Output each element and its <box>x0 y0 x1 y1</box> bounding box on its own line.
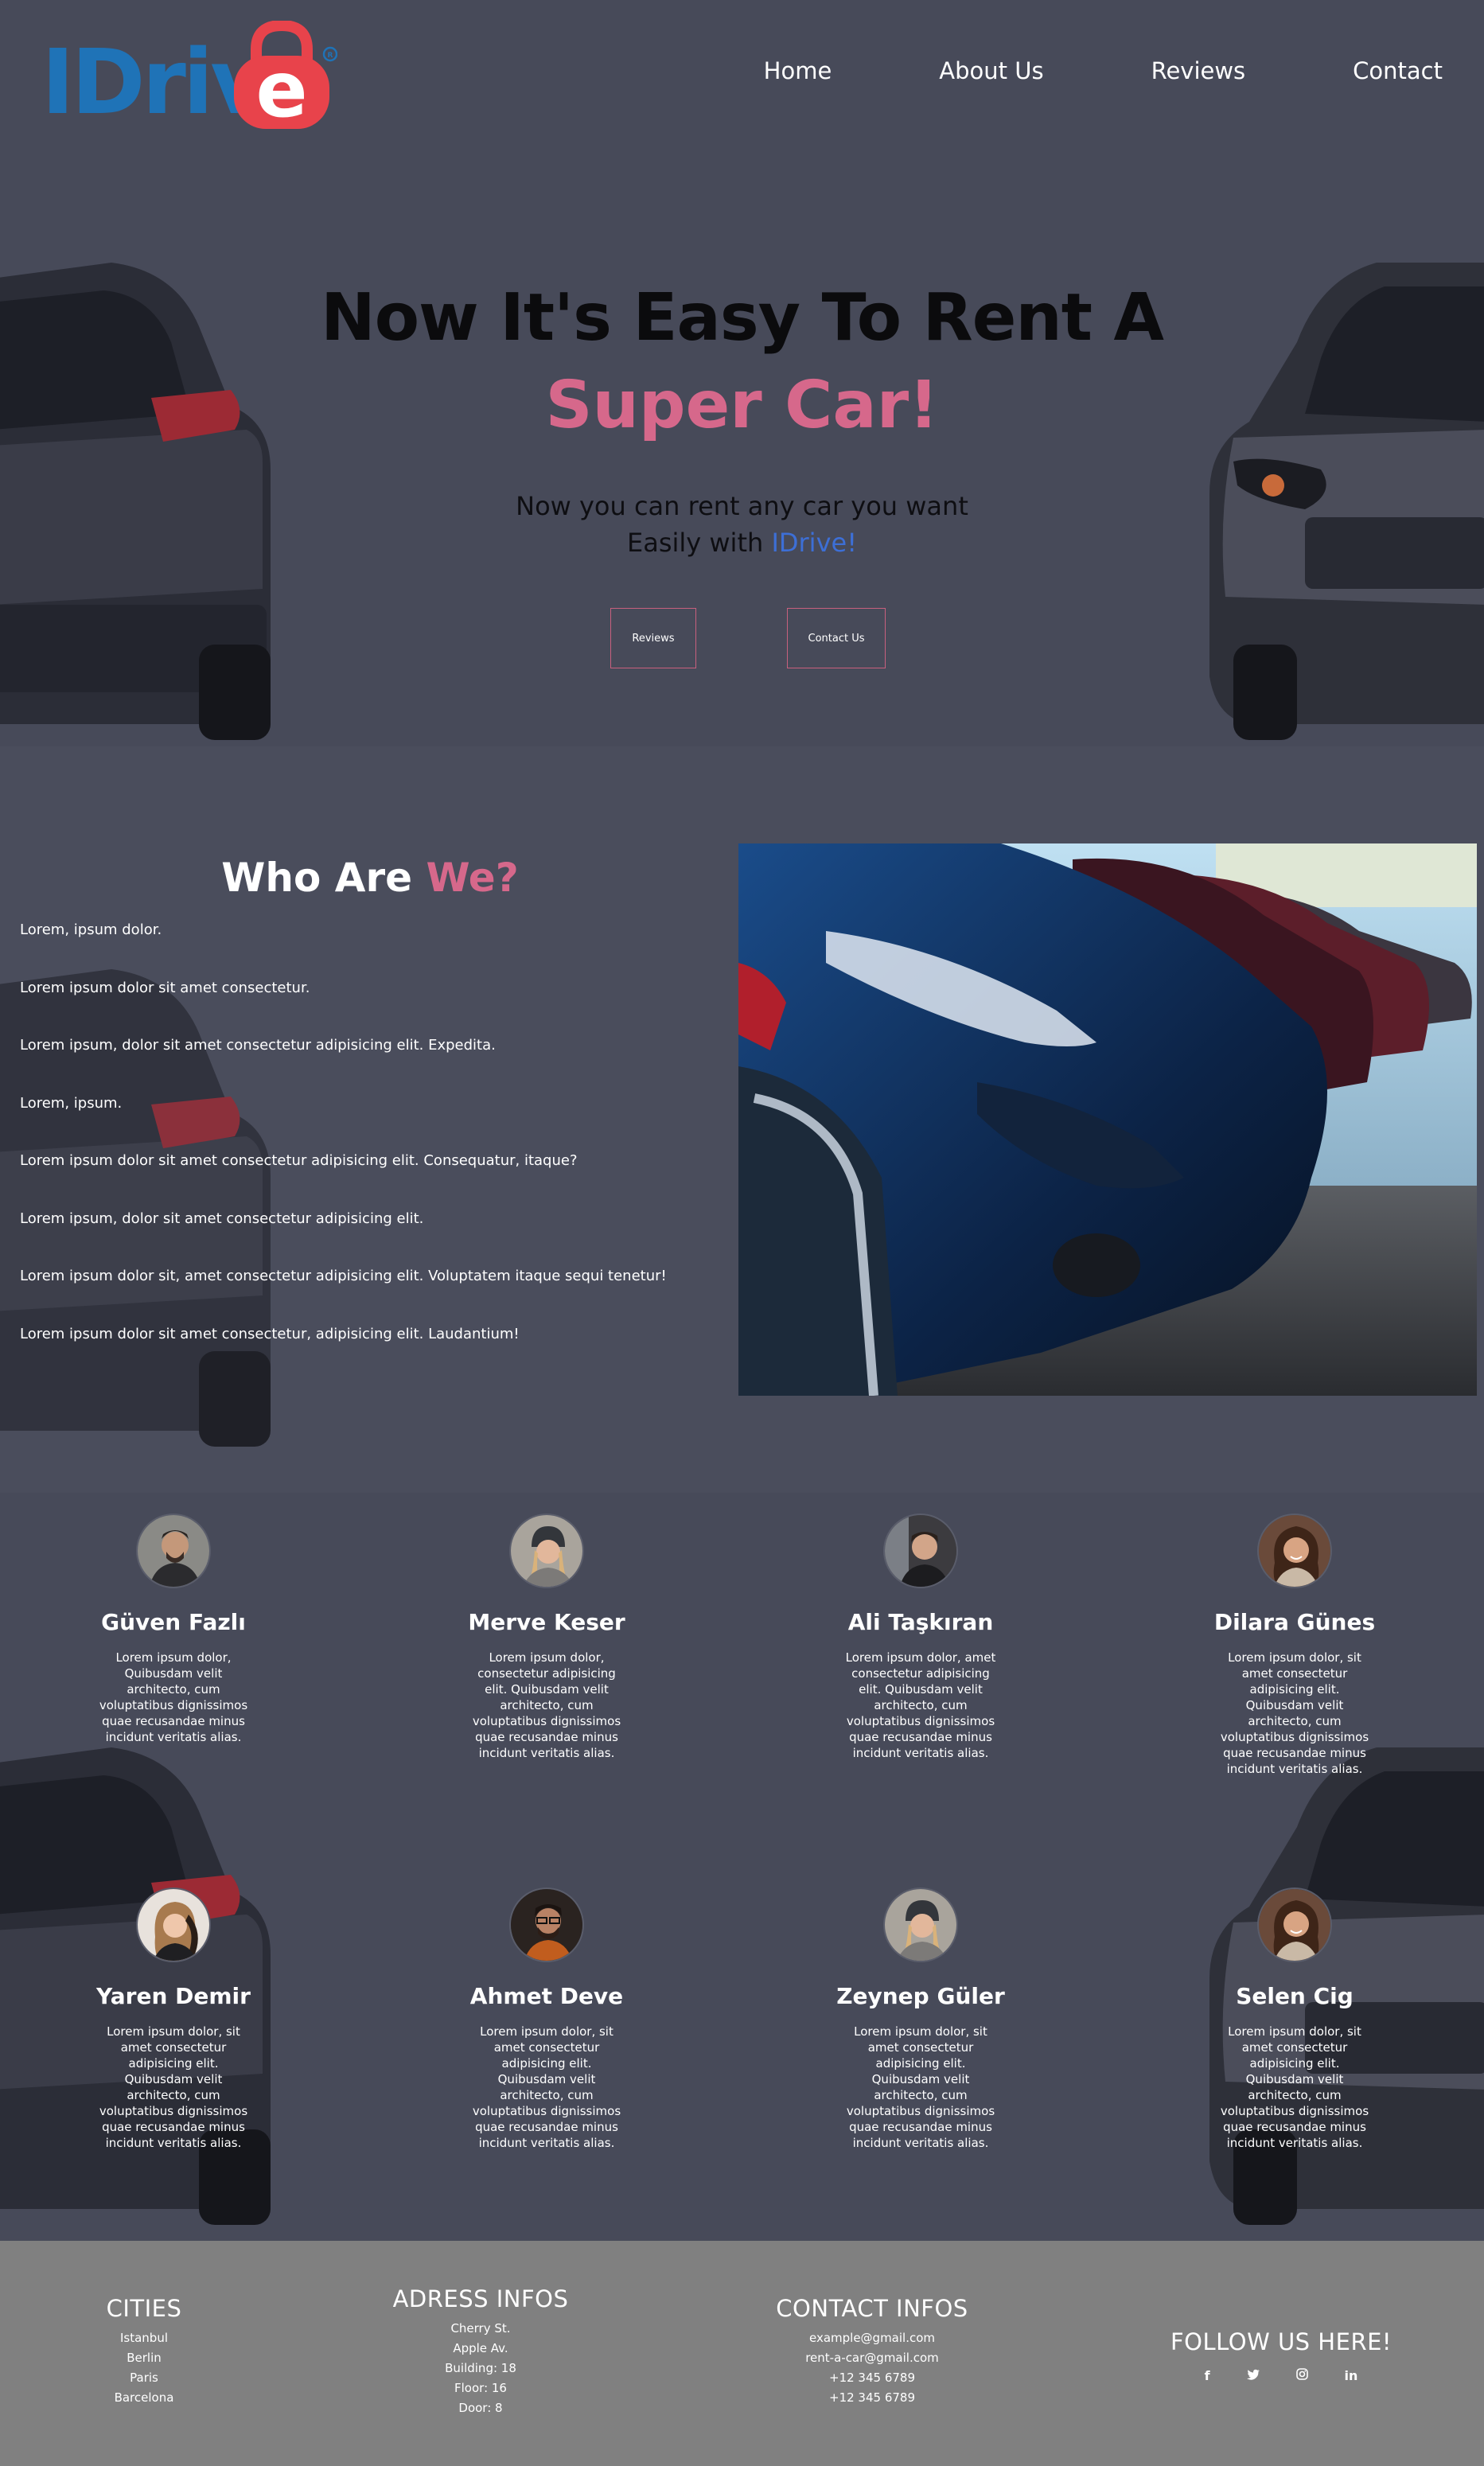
who-list-item: Lorem ipsum dolor sit amet consectetur. <box>20 979 310 996</box>
nav-home[interactable]: Home <box>764 57 832 84</box>
member-bio: Lorem ipsum dolor, Quibusdam velit archi… <box>99 1650 248 1744</box>
nav-reviews[interactable]: Reviews <box>1151 57 1246 84</box>
footer-address-title: ADRESS INFOS <box>392 2285 569 2312</box>
contact-email[interactable]: example@gmail.com <box>753 2328 991 2348</box>
reviews-button[interactable]: Reviews <box>610 608 696 668</box>
hero-subtitle-prefix: Easily with <box>626 528 772 558</box>
team-member-card: Ahmet Deve Lorem ipsum dolor, sit amet c… <box>447 1887 646 2151</box>
member-name: Zeynep Güler <box>836 1983 1005 2009</box>
hero-subtitle: Now you can rent any car you want <box>516 491 968 521</box>
contact-phone[interactable]: +12 345 6789 <box>753 2388 991 2408</box>
member-name: Ali Taşkıran <box>847 1609 994 1635</box>
team-member-card: Güven Fazlı Lorem ipsum dolor, Quibusdam… <box>74 1513 273 1745</box>
avatar <box>136 1887 211 1962</box>
hero-subtitle-brand-line: Easily with IDrive! <box>0 528 1484 558</box>
nav-contact[interactable]: Contact <box>1353 57 1443 84</box>
address-item: Floor: 16 <box>454 2381 507 2395</box>
avatar <box>1257 1513 1332 1588</box>
footer-cities-title: CITIES <box>106 2295 182 2322</box>
member-name: Güven Fazlı <box>101 1609 246 1635</box>
hero-title: Now It's Easy To Rent A <box>321 280 1164 356</box>
who-list-item: Lorem ipsum, dolor sit amet consectetur … <box>20 1210 424 1227</box>
who-list-item: Lorem ipsum dolor sit, amet consectetur … <box>20 1268 667 1284</box>
who-are-we-title: Who Are We? <box>0 855 740 901</box>
footer-address: ADRESS INFOS Cherry St. Apple Av. Buildi… <box>361 2285 600 2418</box>
footer-follow-title: FOLLOW US HERE! <box>1170 2328 1392 2355</box>
svg-text:R: R <box>328 52 333 60</box>
footer-cities: CITIES Istanbul Berlin Paris Barcelona <box>64 2295 224 2408</box>
address-item: Door: 8 <box>458 2401 503 2415</box>
city-item: Berlin <box>127 2351 162 2365</box>
footer-contact: CONTACT INFOS example@gmail.com rent-a-c… <box>753 2295 991 2408</box>
footer-follow: FOLLOW US HERE! f in <box>1162 2328 1400 2383</box>
member-bio: Lorem ipsum dolor, sit amet consectetur … <box>846 2024 995 2150</box>
member-bio: Lorem ipsum dolor, sit amet consectetur … <box>99 2024 248 2150</box>
member-bio: Lorem ipsum dolor, consectetur adipisici… <box>472 1650 621 1760</box>
who-are-we-section: Who Are We? Lorem, ipsum dolor. Lorem ip… <box>0 746 1484 1493</box>
member-name: Dilara Günes <box>1213 1609 1376 1635</box>
city-item: Istanbul <box>119 2331 168 2345</box>
who-title-accent: We? <box>426 855 519 901</box>
avatar <box>136 1513 211 1588</box>
avatar <box>509 1887 584 1962</box>
team-section: Güven Fazlı Lorem ipsum dolor, Quibusdam… <box>0 1493 1484 2241</box>
footer-contact-title: CONTACT INFOS <box>776 2295 968 2322</box>
address-item: Cherry St. <box>450 2321 511 2335</box>
member-name: Ahmet Deve <box>469 1983 624 2009</box>
member-bio: Lorem ipsum dolor, sit amet consectetur … <box>1220 1650 1369 1776</box>
team-member-card: Dilara Günes Lorem ipsum dolor, sit amet… <box>1195 1513 1394 1777</box>
who-list-item: Lorem ipsum dolor sit amet consectetur a… <box>20 1152 578 1169</box>
who-title-prefix: Who Are <box>221 855 427 901</box>
avatar <box>1257 1887 1332 1962</box>
address-item: Apple Av. <box>453 2341 508 2355</box>
facebook-icon[interactable]: f <box>1205 2368 1210 2383</box>
who-list: Lorem, ipsum dolor. Lorem ipsum dolor si… <box>20 921 667 1383</box>
member-name: Merve Keser <box>468 1609 625 1635</box>
contact-email[interactable]: rent-a-car@gmail.com <box>753 2348 991 2368</box>
avatar <box>883 1513 958 1588</box>
address-item: Building: 18 <box>445 2361 516 2375</box>
contact-us-button[interactable]: Contact Us <box>787 608 886 668</box>
social-links: f in <box>1162 2368 1400 2383</box>
member-bio: Lorem ipsum dolor, amet consectetur adip… <box>845 1650 996 1760</box>
city-item: Paris <box>130 2371 158 2385</box>
who-list-item: Lorem, ipsum. <box>20 1094 123 1112</box>
svg-text:e: e <box>255 45 307 132</box>
avatar <box>509 1513 584 1588</box>
idrive-logo[interactable]: IDriv e R <box>41 21 337 132</box>
member-bio: Lorem ipsum dolor, sit amet consectetur … <box>1220 2024 1369 2150</box>
cars-row-photo <box>738 843 1477 1396</box>
twitter-icon[interactable] <box>1246 2368 1260 2383</box>
contact-phone[interactable]: +12 345 6789 <box>753 2368 991 2388</box>
team-member-card: Zeynep Güler Lorem ipsum dolor, sit amet… <box>821 1887 1020 2151</box>
nav-about-us[interactable]: About Us <box>939 57 1043 84</box>
team-member-card: Merve Keser Lorem ipsum dolor, consectet… <box>447 1513 646 1761</box>
team-member-card: Yaren Demir Lorem ipsum dolor, sit amet … <box>74 1887 273 2151</box>
instagram-icon[interactable] <box>1295 2368 1308 2383</box>
team-member-card: Selen Cig Lorem ipsum dolor, sit amet co… <box>1195 1887 1394 2151</box>
who-list-item: Lorem ipsum dolor sit amet consectetur, … <box>20 1325 520 1342</box>
avatar <box>883 1887 958 1962</box>
footer: CITIES Istanbul Berlin Paris Barcelona A… <box>0 2241 1484 2466</box>
main-nav: Home About Us Reviews Contact <box>656 57 1443 84</box>
member-bio: Lorem ipsum dolor, sit amet consectetur … <box>472 2024 621 2150</box>
member-name: Yaren Demir <box>96 1983 251 2009</box>
lock-logo-icon: e R <box>234 21 337 132</box>
hero-accent-title: Super Car! <box>545 368 939 443</box>
who-list-item: Lorem ipsum, dolor sit amet consectetur … <box>20 1037 496 1054</box>
hero-brand-name: IDrive! <box>771 528 858 558</box>
linkedin-icon[interactable]: in <box>1345 2368 1358 2383</box>
city-item: Barcelona <box>114 2390 174 2405</box>
who-list-item: Lorem, ipsum dolor. <box>20 921 162 938</box>
member-name: Selen Cig <box>1236 1983 1354 2009</box>
hero-section: IDriv e R Home About Us Reviews Contact … <box>0 0 1484 746</box>
team-member-card: Ali Taşkıran Lorem ipsum dolor, amet con… <box>821 1513 1020 1761</box>
